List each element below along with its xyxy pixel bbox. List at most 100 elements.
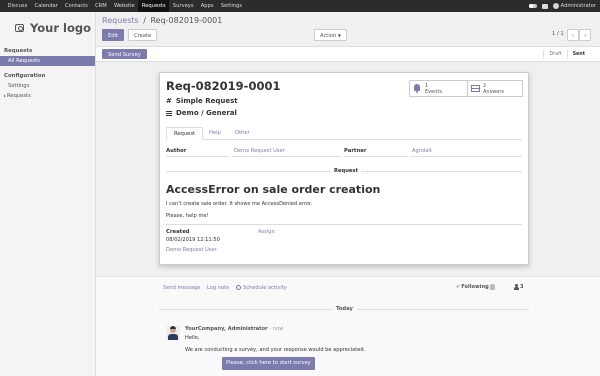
sidebar: Your logo Requests All Requests Configur… [0, 12, 96, 376]
chevron-left-icon: ‹ [572, 33, 575, 39]
log-note-button[interactable]: Log note [207, 285, 229, 291]
sidebar-item-requests-config[interactable]: ▸Requests [0, 91, 95, 101]
menu-discuss[interactable]: Discuss [4, 0, 31, 12]
logo-camera-icon [15, 24, 24, 32]
stage-sent[interactable]: Sent [566, 50, 590, 59]
field-underline [410, 156, 522, 157]
avatar-body [168, 334, 178, 340]
menu-calendar[interactable]: Calendar [31, 0, 62, 12]
action-dropdown[interactable]: Action ▼ [314, 29, 347, 41]
app-menu: Discuss Calendar Contacts CRM Website Re… [4, 0, 246, 12]
control-buttons: Edit Create [102, 29, 158, 42]
following-label: Following [461, 284, 489, 290]
request-text-line: I can't create sale order. It shows me A… [166, 201, 313, 207]
list-icon [471, 85, 480, 92]
message-time: - now [269, 326, 284, 332]
field-underline [166, 156, 229, 157]
toggle-icon[interactable] [528, 4, 537, 8]
request-category-value: Demo / General [176, 109, 237, 117]
send-survey-wrap: Send Survey [102, 49, 147, 59]
breadcrumb-current: Req-082019-0001 [150, 16, 223, 25]
systray: Administrator [528, 0, 596, 12]
caret-right-icon: ▸ [4, 93, 7, 98]
clock-icon [236, 285, 241, 290]
menu-apps[interactable]: Apps [197, 0, 217, 12]
schedule-activity-button[interactable]: Schedule activity [236, 285, 287, 291]
request-text-line: Please, help me! [166, 213, 209, 219]
company-logo[interactable]: Your logo [0, 12, 95, 44]
next-button[interactable]: › [579, 29, 592, 41]
form-tabs: Request Help Other [166, 127, 522, 140]
stage-bar: Draft Sent [543, 50, 590, 59]
menu-crm[interactable]: CRM [91, 0, 110, 12]
sidebar-item-label: Requests [7, 93, 31, 99]
author-label: Author [166, 148, 187, 154]
request-separator: Request [331, 168, 362, 174]
start-survey-button[interactable]: Please, click here to start survey [222, 357, 315, 370]
date-separator: Today [332, 306, 357, 312]
partner-field[interactable]: Agrolait [412, 148, 432, 154]
partner-label: Partner [344, 148, 367, 154]
request-type-value: Simple Request [175, 97, 238, 105]
pager-buttons: ‹ › [567, 29, 592, 41]
followers-icon[interactable] [514, 284, 519, 290]
events-smart-button[interactable]: 1 Events [409, 80, 468, 97]
answers-label: Answers [483, 89, 505, 95]
action-button[interactable]: Action ▼ [314, 29, 347, 41]
chevron-right-icon: › [584, 33, 587, 39]
stage-draft[interactable]: Draft [543, 50, 566, 59]
events-label: Events [425, 89, 442, 95]
following-button[interactable]: ✔Following [456, 284, 489, 290]
created-date: 08/02/2019 12:11:50 [166, 237, 220, 243]
pager-value[interactable]: 1 / 1 [552, 31, 564, 37]
status-bar [96, 47, 600, 62]
action-label: Action [320, 33, 337, 39]
request-heading: AccessError on sale order creation [166, 183, 381, 196]
send-survey-button[interactable]: Send Survey [102, 49, 147, 59]
caret-down-icon: ▼ [337, 33, 341, 38]
sidebar-item-settings[interactable]: Settings [0, 81, 95, 91]
assign-link[interactable]: Assign [258, 229, 275, 235]
tab-request[interactable]: Request [166, 127, 204, 140]
menu-requests[interactable]: Requests [138, 0, 170, 12]
menu-settings[interactable]: Settings [217, 0, 245, 12]
author-field[interactable]: Demo Request User [234, 148, 285, 154]
send-message-button[interactable]: Send message [163, 285, 200, 291]
menu-contacts[interactable]: Contacts [61, 0, 91, 12]
field-underline [232, 156, 340, 157]
edit-button[interactable]: Edit [102, 29, 125, 41]
prev-button[interactable]: ‹ [567, 29, 580, 41]
created-by-link[interactable]: Demo Request User [166, 247, 217, 253]
sidebar-section-requests: Requests [4, 48, 33, 54]
create-button[interactable]: Create [127, 29, 158, 41]
chat-icon[interactable] [541, 3, 548, 9]
message-header: YourCompany, Administrator - now [185, 326, 283, 332]
check-icon: ✔ [456, 284, 461, 290]
request-title: Req-082019-0001 [166, 79, 281, 93]
answers-smart-button[interactable]: 2 Answers [467, 80, 523, 97]
bell-icon [414, 84, 420, 93]
schedule-activity-label: Schedule activity [243, 285, 287, 291]
sidebar-item-all-requests[interactable]: All Requests [0, 56, 95, 66]
avatar-hair [170, 326, 176, 329]
sidebar-section-configuration: Configuration [4, 73, 46, 79]
user-avatar[interactable] [552, 3, 559, 9]
field-underline [344, 156, 408, 157]
top-menu-bar: Discuss Calendar Contacts CRM Website Re… [0, 0, 600, 12]
message-author[interactable]: YourCompany, Administrator [185, 326, 268, 332]
tab-other[interactable]: Other [228, 127, 257, 140]
menu-surveys[interactable]: Surveys [169, 0, 197, 12]
breadcrumb-parent[interactable]: Requests [102, 16, 139, 25]
message-body: We are conducting a survey, and your res… [185, 347, 366, 353]
followers-count[interactable]: 3 [520, 284, 524, 290]
user-menu[interactable]: Administrator [561, 3, 596, 9]
tab-help[interactable]: Help [202, 127, 228, 140]
message-author-avatar[interactable] [166, 326, 180, 340]
menu-website[interactable]: Website [110, 0, 138, 12]
breadcrumb: Requests / Req-082019-0001 [102, 16, 222, 25]
bars-icon [166, 110, 172, 116]
request-type: # Simple Request [166, 97, 238, 105]
divider [166, 224, 522, 225]
message-greeting: Hello, [185, 335, 200, 341]
notification-bell-icon[interactable] [490, 284, 495, 290]
